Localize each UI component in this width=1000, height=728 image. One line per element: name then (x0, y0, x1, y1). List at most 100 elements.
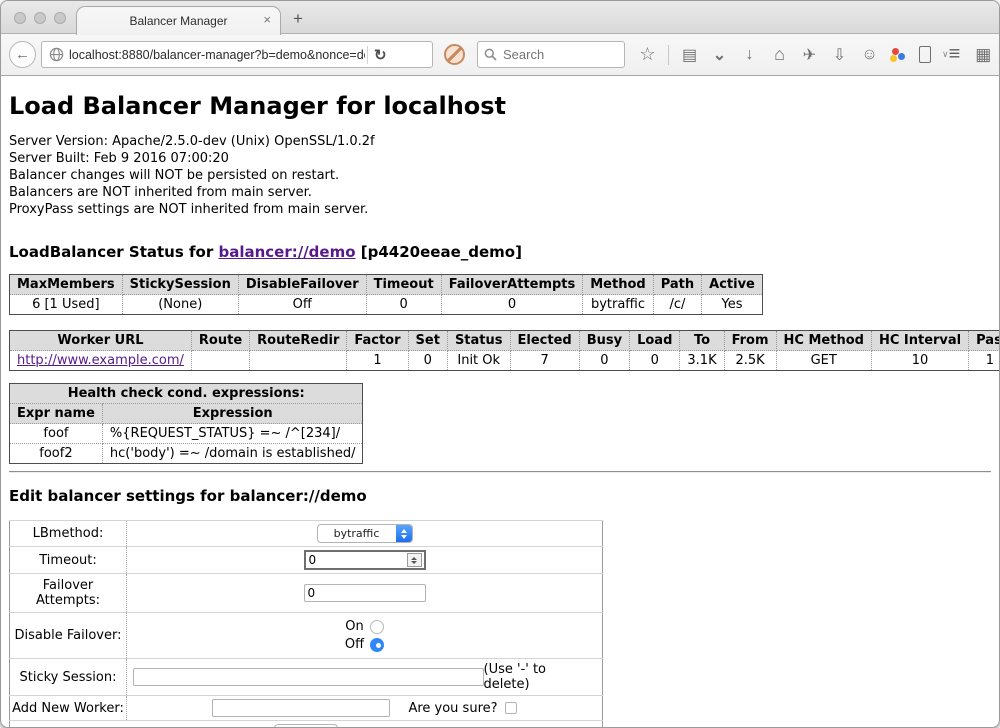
tracking-blocked-icon[interactable] (444, 44, 465, 65)
sticky-session-note: (Use '-' to delete) (484, 662, 597, 692)
menu-group: ≡ ▦ (949, 43, 992, 66)
submit-row: Submit (10, 721, 603, 728)
balancer-status-table: MaxMembers StickySession DisableFailover… (9, 274, 763, 315)
tab-groups-icon[interactable]: ▦ (975, 45, 991, 65)
toolbar-divider (668, 45, 669, 65)
server-built: Server Built: Feb 9 2016 07:00:20 (9, 150, 991, 167)
balancer-data-row: 6 [1 Used] (None) Off 0 0 bytraffic /c/ … (10, 295, 763, 315)
notice-persist: Balancer changes will NOT be persisted o… (9, 167, 991, 184)
balancer-header-row: MaxMembers StickySession DisableFailover… (10, 275, 763, 295)
lbmethod-select[interactable]: bytraffic (317, 524, 413, 543)
col-expression: Expression (102, 404, 363, 424)
col-route: Route (191, 331, 249, 351)
url-divider (367, 46, 368, 64)
col-busy: Busy (579, 331, 629, 351)
notice-proxypass: ProxyPass settings are NOT inherited fro… (9, 201, 991, 218)
browser-window: Balancer Manager × + ← localhost:8880/ba… (0, 0, 1000, 728)
val-timeout: 0 (366, 295, 441, 315)
menu-icon[interactable]: ≡ (949, 43, 961, 66)
health-header-row: Expr name Expression (10, 404, 363, 424)
radio-on[interactable] (370, 620, 384, 634)
download-icon[interactable]: ↓ (740, 46, 759, 64)
val-expr-name-1: foof (10, 424, 103, 444)
val-expression-1: %{REQUEST_STATUS} =~ /^[234]/ (102, 424, 363, 444)
bookmark-star-icon[interactable]: ☆ (638, 44, 657, 65)
search-icon (484, 48, 497, 61)
col-factor: Factor (347, 331, 408, 351)
select-stepper-icon (396, 525, 412, 542)
val-failoverattempts: 0 (441, 295, 583, 315)
radio-off-label: Off (345, 637, 364, 652)
minimize-window-button[interactable] (34, 12, 46, 24)
back-icon: ← (15, 46, 30, 63)
sticky-session-input[interactable] (133, 668, 484, 686)
sticky-session-row: Sticky Session: (Use '-' to delete) (10, 659, 603, 696)
health-table-title: Health check cond. expressions: (10, 384, 363, 404)
pocket-icon[interactable]: ⌄ (710, 45, 729, 65)
timeout-value: 0 (306, 553, 407, 567)
val-disablefailover: Off (238, 295, 366, 315)
val-hc-method: GET (776, 351, 871, 371)
col-set: Set (408, 331, 447, 351)
search-input[interactable] (503, 47, 603, 62)
col-status: Status (447, 331, 510, 351)
radio-off[interactable] (370, 638, 384, 652)
url-text[interactable]: localhost:8880/balancer-manager?b=demo&n… (69, 48, 365, 62)
health-row-foof: foof %{REQUEST_STATUS} =~ /^[234]/ (10, 424, 363, 444)
add-worker-input[interactable] (212, 699, 390, 717)
val-maxmembers: 6 [1 Used] (10, 295, 123, 315)
toolbar-icons: ☆ ▤ ⌄ ↓ ⌂ ✈ ⇩ ☺ ∨ (638, 44, 949, 65)
val-routeredir (250, 351, 347, 371)
maximize-window-button[interactable] (54, 12, 66, 24)
reload-icon[interactable]: ↻ (374, 46, 387, 64)
worker-header-row: Worker URL Route RouteRedir Factor Set S… (10, 331, 1000, 351)
val-hc-interval: 10 (871, 351, 968, 371)
new-tab-button[interactable]: + (293, 9, 303, 29)
close-window-button[interactable] (14, 12, 26, 24)
add-worker-row: Add New Worker: Are you sure? (10, 696, 603, 721)
send-tab-icon[interactable]: ✈ (800, 45, 819, 65)
chevron-down-icon[interactable]: ∨ (942, 49, 949, 60)
reader-view-icon[interactable]: ⇩ (830, 45, 849, 65)
col-passes: Passes (969, 331, 999, 351)
health-check-table: Health check cond. expressions: Expr nam… (9, 383, 363, 464)
search-box[interactable] (477, 41, 625, 68)
timeout-row: Timeout: 0 (10, 547, 603, 574)
submit-button[interactable]: Submit (274, 724, 337, 728)
color-dots-icon[interactable] (890, 47, 908, 63)
home-icon[interactable]: ⌂ (770, 44, 789, 65)
health-title-row: Health check cond. expressions: (10, 384, 363, 404)
reading-list-icon[interactable]: ▤ (680, 45, 699, 65)
number-spinner-icon[interactable] (407, 553, 422, 567)
col-from: From (724, 331, 776, 351)
are-you-sure-checkbox[interactable] (505, 702, 517, 714)
disable-failover-label: Disable Failover: (10, 613, 127, 659)
device-sync-icon[interactable] (919, 46, 931, 63)
page-title: Load Balancer Manager for localhost (9, 76, 991, 120)
tab-title: Balancer Manager (129, 14, 227, 28)
server-info: Server Version: Apache/2.5.0-dev (Unix) … (9, 133, 991, 218)
val-to: 3.1K (680, 351, 724, 371)
col-load: Load (630, 331, 680, 351)
timeout-input[interactable]: 0 (304, 550, 426, 570)
failover-attempts-row: Failover Attempts: (10, 574, 603, 613)
back-button[interactable]: ← (9, 41, 36, 68)
worker-data-row: http://www.example.com/ 1 0 Init Ok 7 0 … (10, 351, 1000, 371)
failover-attempts-input[interactable] (304, 584, 426, 602)
url-bar[interactable]: localhost:8880/balancer-manager?b=demo&n… (41, 41, 433, 68)
timeout-label: Timeout: (10, 547, 127, 574)
tab-close-icon[interactable]: × (263, 12, 271, 28)
balancer-demo-link[interactable]: balancer://demo (218, 243, 355, 261)
tab-balancer-manager[interactable]: Balancer Manager × (76, 6, 281, 35)
feedback-smiley-icon[interactable]: ☺ (860, 46, 879, 64)
edit-settings-heading: Edit balancer settings for balancer://de… (9, 487, 991, 505)
col-stickysession: StickySession (122, 275, 238, 295)
val-set: 0 (408, 351, 447, 371)
val-expression-2: hc('body') =~ /domain is established/ (102, 444, 363, 464)
health-row-foof2: foof2 hc('body') =~ /domain is establish… (10, 444, 363, 464)
globe-icon (49, 47, 64, 62)
server-version: Server Version: Apache/2.5.0-dev (Unix) … (9, 133, 991, 150)
val-from: 2.5K (724, 351, 776, 371)
worker-url-link[interactable]: http://www.example.com/ (17, 353, 184, 368)
col-maxmembers: MaxMembers (10, 275, 123, 295)
